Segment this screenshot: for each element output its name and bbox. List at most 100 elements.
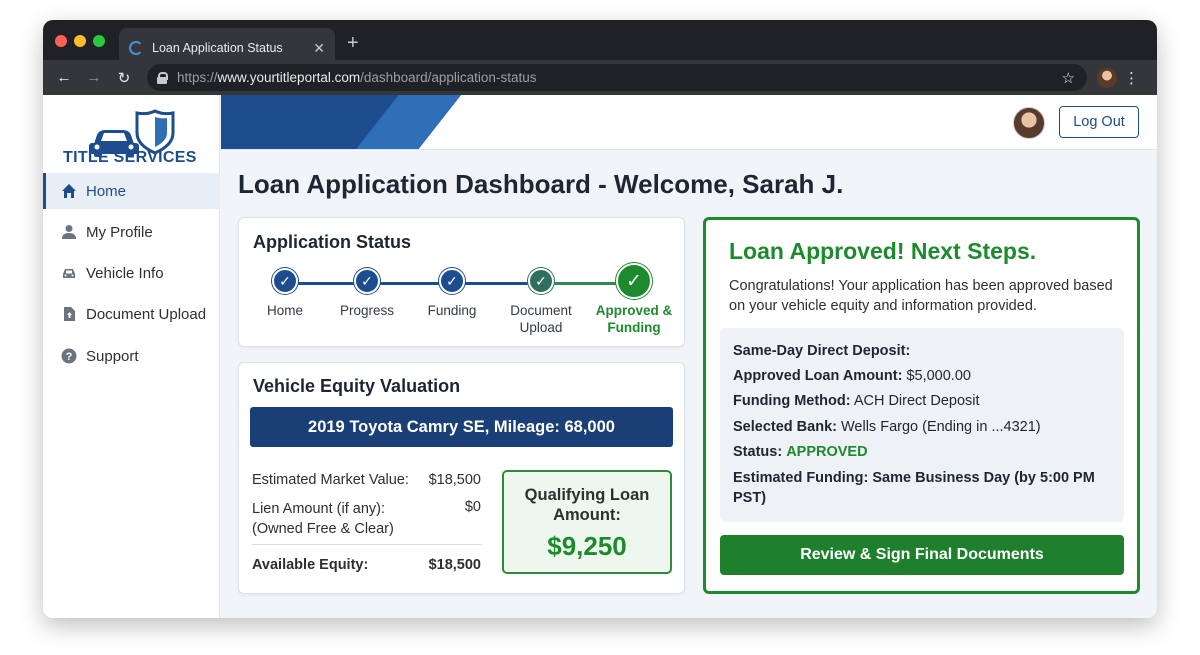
browser-profile-avatar[interactable] [1097, 67, 1117, 88]
url-text: https://www.yourtitleportal.com/dashboar… [177, 70, 536, 85]
step-label-line1: Document [510, 303, 572, 318]
estimated-funding-label: Estimated Funding: [733, 470, 869, 486]
page-title: Loan Application Dashboard - Welcome, Sa… [238, 169, 844, 199]
close-tab-icon[interactable]: ✕ [313, 40, 325, 57]
sidebar-item-support[interactable]: ? Support [43, 338, 220, 374]
sidebar-item-label: Home [86, 182, 127, 200]
car-icon [61, 265, 77, 281]
step-label: Funding [427, 303, 477, 318]
selected-bank-label: Selected Bank: [733, 419, 837, 435]
step-label-line2: Funding [607, 320, 661, 335]
qualifying-loan-label: Qualifying Loan Amount: [504, 485, 670, 525]
step-label: Progress [339, 303, 395, 318]
url-host: www.yourtitleportal.com [217, 70, 361, 85]
document-icon [61, 306, 77, 322]
sidebar-item-label: My Profile [86, 223, 153, 241]
divider [252, 544, 482, 545]
new-tab-icon[interactable]: + [347, 32, 359, 55]
browser-toolbar: ← → ↻ https://www.yourtitleportal.com/da… [43, 60, 1157, 95]
deposit-heading: Same-Day Direct Deposit: [733, 343, 911, 359]
sidebar-item-label: Support [86, 347, 139, 365]
step-progress: ✓ Progress [322, 268, 412, 319]
reload-icon[interactable]: ↻ [109, 69, 139, 87]
vehicle-equity-card: Vehicle Equity Valuation 2019 Toyota Cam… [238, 362, 685, 594]
lien-label-line1: Lien Amount (if any): [252, 501, 385, 517]
sidebar-item-label: Vehicle Info [86, 264, 164, 282]
lien-label-line2: (Owned Free & Clear) [252, 521, 394, 537]
close-window-button[interactable] [55, 35, 67, 47]
sidebar-item-label: Document Upload [86, 305, 207, 323]
qualifying-loan-amount: $9,250 [547, 531, 627, 561]
status-row: Status: APPROVED [733, 442, 868, 462]
browser-window: Loan Application Status ✕ + ← → ↻ https:… [43, 20, 1157, 618]
equity-card-title: Vehicle Equity Valuation [253, 376, 461, 396]
forward-icon[interactable]: → [79, 69, 109, 86]
qualifying-label-line1: Qualifying Loan [524, 486, 650, 504]
review-sign-documents-button[interactable]: Review & Sign Final Documents [720, 535, 1124, 575]
home-icon [61, 183, 77, 199]
sidebar: TITLE SERVICES Home My Profile Vehicle I… [43, 95, 220, 618]
available-equity-value: $18,500 [428, 557, 481, 573]
step-home: ✓ Home [240, 268, 330, 319]
status-card-title: Application Status [253, 232, 412, 252]
approved-title: Loan Approved! Next Steps. [729, 238, 1037, 264]
step-label: Home [266, 303, 303, 318]
url-path: /dashboard/application-status [360, 70, 537, 85]
user-avatar[interactable] [1013, 107, 1045, 139]
vehicle-summary-bar: 2019 Toyota Camry SE, Mileage: 68,000 [250, 407, 673, 447]
step-approved-funding: ✓ Approved & Funding [589, 263, 679, 336]
brand-name: TITLE SERVICES [63, 149, 197, 166]
lock-icon [157, 71, 168, 84]
step-label: Document Upload [496, 302, 586, 336]
step-funding: ✓ Funding [407, 268, 497, 319]
sidebar-item-home[interactable]: Home [43, 173, 220, 209]
status-label: Status: [733, 444, 783, 460]
funding-method-label: Funding Method: [733, 393, 851, 409]
minimize-window-button[interactable] [74, 35, 86, 47]
address-bar[interactable]: https://www.yourtitleportal.com/dashboar… [147, 64, 1087, 91]
approved-amount-value: $5,000.00 [906, 368, 971, 384]
approval-message: Congratulations! Your application has be… [729, 278, 1113, 314]
bookmark-star-icon[interactable]: ☆ [1062, 69, 1075, 87]
svg-text:?: ? [66, 351, 73, 363]
page-content: TITLE SERVICES Home My Profile Vehicle I… [43, 95, 1157, 618]
selected-bank-row: Selected Bank: Wells Fargo (Ending in ..… [733, 417, 1041, 437]
funding-method-row: Funding Method: ACH Direct Deposit [733, 391, 980, 411]
status-badge: APPROVED [786, 444, 868, 460]
sidebar-item-vehicle-info[interactable]: Vehicle Info [43, 255, 220, 291]
check-icon: ✓ [354, 268, 380, 294]
check-icon: ✓ [272, 268, 298, 294]
back-icon[interactable]: ← [49, 69, 79, 86]
browser-menu-icon[interactable]: ⋮ [1124, 69, 1139, 87]
step-label: Approved & Funding [589, 302, 679, 336]
help-icon: ? [61, 348, 77, 364]
market-value-label: Estimated Market Value: [252, 472, 409, 488]
user-icon [61, 224, 77, 240]
step-document-upload: ✓ Document Upload [496, 268, 586, 336]
favicon-icon [129, 41, 143, 55]
check-icon: ✓ [528, 268, 554, 294]
top-header: Log Out [221, 95, 1157, 150]
sidebar-item-document-upload[interactable]: Document Upload [43, 296, 220, 332]
approved-amount-label: Approved Loan Amount: [733, 368, 903, 384]
approved-amount-row: Approved Loan Amount: $5,000.00 [733, 366, 971, 386]
step-label-line1: Approved & [595, 303, 673, 318]
estimated-funding-row: Estimated Funding: Same Business Day (by… [733, 468, 1095, 508]
tab-title: Loan Application Status [152, 41, 283, 55]
estimated-funding-value-line2: PST) [733, 490, 767, 506]
sidebar-item-my-profile[interactable]: My Profile [43, 214, 220, 250]
check-icon: ✓ [439, 268, 465, 294]
qualifying-loan-box: Qualifying Loan Amount: $9,250 [502, 470, 672, 574]
deposit-details-box: Same-Day Direct Deposit: Approved Loan A… [720, 328, 1124, 522]
estimated-funding-value-line1: Same Business Day (by 5:00 PM [872, 470, 1095, 486]
check-icon: ✓ [616, 263, 652, 299]
available-equity-label: Available Equity: [252, 557, 369, 573]
loan-approved-card: Loan Approved! Next Steps. Congratulatio… [703, 217, 1140, 594]
lien-amount-label: Lien Amount (if any): (Owned Free & Clear… [252, 499, 394, 539]
funding-method-value: ACH Direct Deposit [853, 393, 980, 409]
qualifying-label-line2: Amount: [553, 506, 621, 524]
maximize-window-button[interactable] [93, 35, 105, 47]
selected-bank-value: Wells Fargo (Ending in ...4321) [841, 419, 1041, 435]
market-value: $18,500 [428, 472, 481, 488]
logout-button[interactable]: Log Out [1059, 106, 1139, 138]
